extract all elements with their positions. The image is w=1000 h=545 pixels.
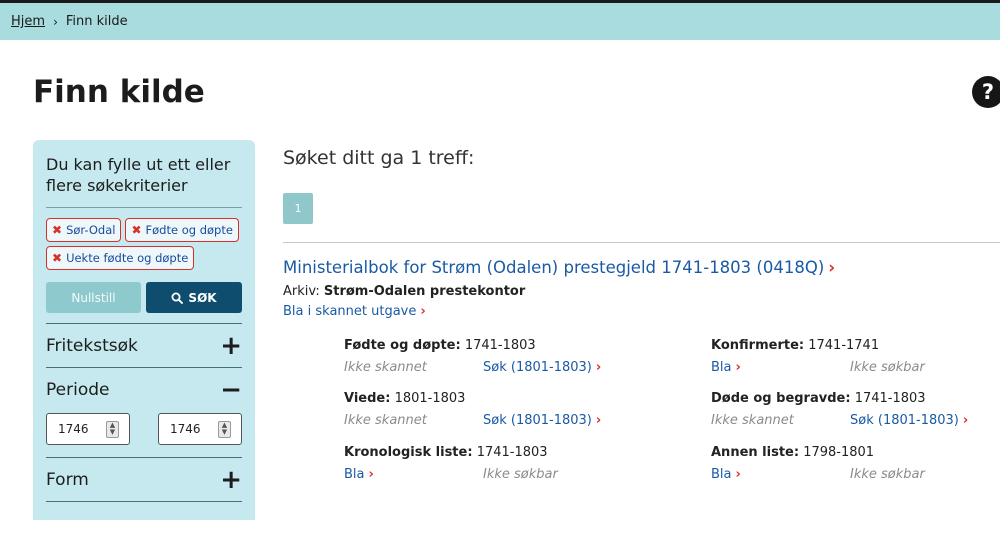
chevron-right-icon: › [735,360,741,375]
sidebar-intro: Du kan fylle ut ett eller flere søkekrit… [46,155,231,195]
scan-status: Ikke skannet [344,360,427,375]
filter-chip-fodte-og-dopte[interactable]: ✖ Fødte og døpte [125,218,239,242]
list-years: 1741-1803 [476,445,548,460]
browse-link[interactable]: Bla › [711,360,850,375]
browse-link-label: Bla [711,467,732,482]
expand-plus-icon[interactable]: + [220,467,242,493]
breadcrumb: Hjem › Finn kilde [0,3,1000,40]
list-annen: Annen liste: 1798-1801 Bla › Ikke søkbar [711,445,925,482]
section-periode[interactable]: Periode − [46,367,242,411]
active-filters: ✖ Sør-Odal ✖ Fødte og døpte ✖ Uekte fødte o… [46,218,242,270]
chevron-right-icon: › [735,467,741,482]
chevron-right-icon: › [828,258,836,277]
browse-link[interactable]: Bla › [344,467,483,482]
list-name: Konfirmerte: [711,338,805,353]
filter-chip-label: Fødte og døpte [145,223,233,237]
list-years: 1741-1803 [464,338,536,353]
expand-plus-icon[interactable]: + [220,333,242,359]
sidebar-divider [46,207,242,208]
breadcrumb-separator-icon: › [53,14,58,29]
chevron-right-icon: › [595,360,602,375]
section-label: Periode [46,379,110,400]
search-button-label: SØK [188,290,217,305]
reset-button[interactable]: Nullstill [46,282,141,313]
search-link[interactable]: Søk (1801-1803) › [850,413,968,428]
list-konfirmerte: Konfirmerte: 1741-1741 Bla › Ikke søkbar [711,338,925,375]
list-name: Kronologisk liste: [344,445,473,460]
chevron-right-icon: › [595,413,602,428]
list-years: 1741-1741 [808,338,880,353]
list-years: 1741-1803 [854,391,926,406]
filter-chip-label: Uekte fødte og døpte [66,251,189,265]
search-link[interactable]: Søk (1801-1803) › [483,360,601,375]
scan-status: Ikke skannet [344,413,427,428]
search-status: Ikke søkbar [850,360,925,375]
chevron-right-icon: › [962,413,969,428]
list-name: Døde og begravde: [711,391,851,406]
browse-scanned-link[interactable]: Bla i skannet utgave › [283,304,426,319]
filter-chip-sor-odal[interactable]: ✖ Sør-Odal [46,218,122,242]
year-to-stepper-icon[interactable]: ▲ ▼ [218,420,231,438]
list-name: Viede: [344,391,391,406]
list-years: 1801-1803 [394,391,466,406]
list-dode-og-begravde: Døde og begravde: 1741-1803 Ikke skannet… [711,391,968,428]
filter-chip-uekte-fodte[interactable]: ✖ Uekte fødte og døpte [46,246,195,270]
search-status: Ikke søkbar [483,467,558,482]
remove-icon[interactable]: ✖ [52,223,62,237]
list-years: 1798-1801 [803,445,875,460]
list-viede: Viede: 1801-1803 Ikke skannet Søk (1801-… [344,391,601,428]
remove-icon[interactable]: ✖ [131,223,141,237]
scan-status: Ikke skannet [711,413,794,428]
year-from-value: 1746 [58,422,89,436]
breadcrumb-current: Finn kilde [65,14,128,29]
section-fritekst[interactable]: Fritekstsøk + [46,323,242,367]
period-inputs: 1746 ▲ ▼ 1746 ▲ ▼ [46,413,242,445]
sidebar-buttons: Nullstill SØK [46,282,242,313]
section-form[interactable]: Form + [46,457,242,501]
filter-chip-label: Sør-Odal [66,223,116,237]
results-divider [283,242,1000,243]
search-button[interactable]: SØK [146,282,242,313]
list-fodte-og-dopte: Fødte og døpte: 1741-1803 Ikke skannet S… [344,338,601,375]
chevron-right-icon: › [368,467,374,482]
year-from-input[interactable]: 1746 ▲ ▼ [46,413,130,445]
list-name: Fødte og døpte: [344,338,461,353]
search-sidebar: Du kan fylle ut ett eller flere søkekrit… [33,140,255,520]
page-button-1[interactable]: 1 [283,193,313,224]
search-link-label: Søk (1801-1803) [850,413,959,428]
list-kronologisk: Kronologisk liste: 1741-1803 Bla › Ikke s… [344,445,558,482]
search-link[interactable]: Søk (1801-1803) › [483,413,601,428]
record-archive: Arkiv: Strøm-Odalen prestekontor [283,284,525,299]
search-status: Ikke søkbar [850,467,925,482]
record-title-link[interactable]: Ministerialbok for Strøm (Odalen) preste… [283,258,835,277]
search-icon [171,292,184,304]
browse-link-label: Bla [344,467,365,482]
remove-icon[interactable]: ✖ [52,251,62,265]
record-title: Ministerialbok for Strøm (Odalen) preste… [283,258,825,277]
browse-scanned-label: Bla i skannet utgave [283,304,417,319]
chevron-right-icon: › [420,304,426,319]
section-bottom-divider [46,501,242,545]
search-link-label: Søk (1801-1803) [483,413,592,428]
search-link-label: Søk (1801-1803) [483,360,592,375]
help-icon[interactable]: ? [972,76,1000,108]
year-to-value: 1746 [170,422,201,436]
archive-label: Arkiv: [283,284,320,299]
page-title: Finn kilde [33,74,205,110]
breadcrumb-home-link[interactable]: Hjem [11,14,45,29]
section-label: Fritekstsøk [46,335,138,356]
result-summary: Søket ditt ga 1 treff: [283,147,475,169]
collapse-minus-icon[interactable]: − [220,377,242,403]
archive-value: Strøm-Odalen prestekontor [323,284,526,299]
browse-link-label: Bla [711,360,732,375]
year-to-input[interactable]: 1746 ▲ ▼ [158,413,242,445]
year-from-stepper-icon[interactable]: ▲ ▼ [106,420,119,438]
browse-link[interactable]: Bla › [711,467,850,482]
list-name: Annen liste: [711,445,800,460]
section-label: Form [46,469,89,490]
